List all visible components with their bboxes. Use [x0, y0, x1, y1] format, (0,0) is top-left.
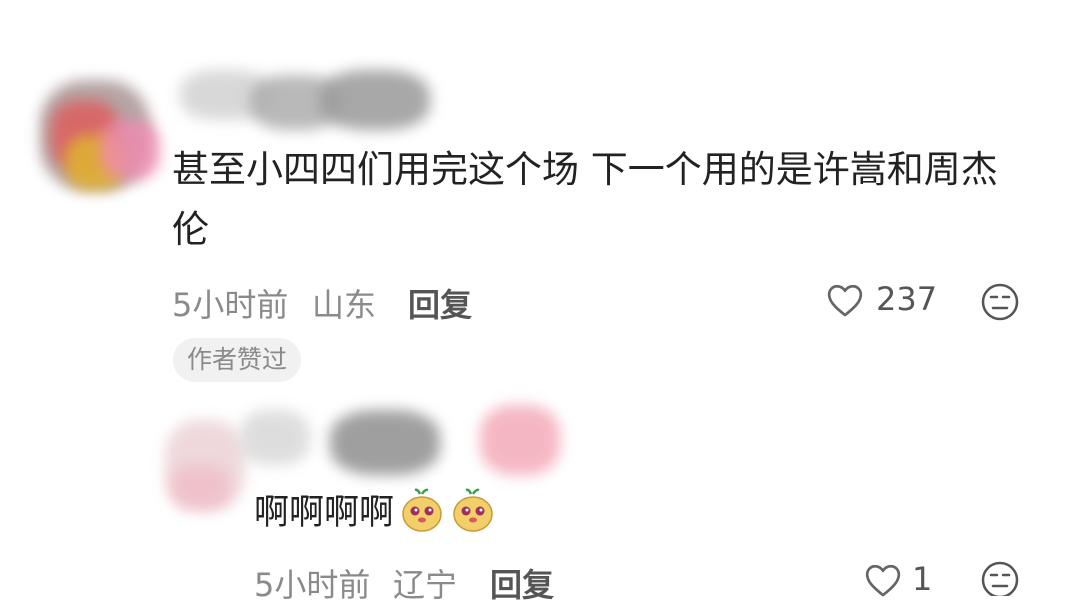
- comment-time: 5小时前: [254, 566, 371, 604]
- comment-time: 5小时前: [172, 286, 289, 324]
- like-button[interactable]: 1: [864, 560, 944, 600]
- dislike-face-icon[interactable]: [980, 560, 1020, 596]
- comment-location: 辽宁: [393, 566, 458, 604]
- author-liked-badge: 作者赞过: [173, 338, 302, 382]
- comment-location: 山东: [312, 286, 377, 324]
- username-obscured[interactable]: [240, 400, 570, 490]
- avatar[interactable]: [160, 410, 250, 520]
- dislike-face-icon[interactable]: [980, 282, 1020, 322]
- mascot-emoji-icon: [450, 487, 496, 533]
- heart-icon: [864, 562, 902, 598]
- comment-text-line: 伦: [172, 208, 209, 251]
- comment-text-line: 甚至小四四们用完这个场 下一个用的是许嵩和周杰: [172, 148, 998, 191]
- heart-icon: [826, 282, 864, 318]
- reply-button[interactable]: 回复: [408, 280, 472, 326]
- reply-button[interactable]: 回复: [490, 560, 554, 606]
- username-obscured[interactable]: [180, 60, 440, 140]
- like-button[interactable]: 237: [826, 280, 946, 324]
- comment-text: 啊啊啊啊: [254, 484, 496, 534]
- comment-text: 甚至小四四们用完这个场 下一个用的是许嵩和周杰 伦: [172, 140, 1052, 260]
- like-count: 1: [912, 560, 933, 598]
- mascot-emoji-icon: [399, 487, 445, 533]
- avatar[interactable]: [30, 60, 170, 200]
- comment-text-content: 啊啊啊啊: [254, 493, 395, 533]
- like-count: 237: [876, 280, 938, 318]
